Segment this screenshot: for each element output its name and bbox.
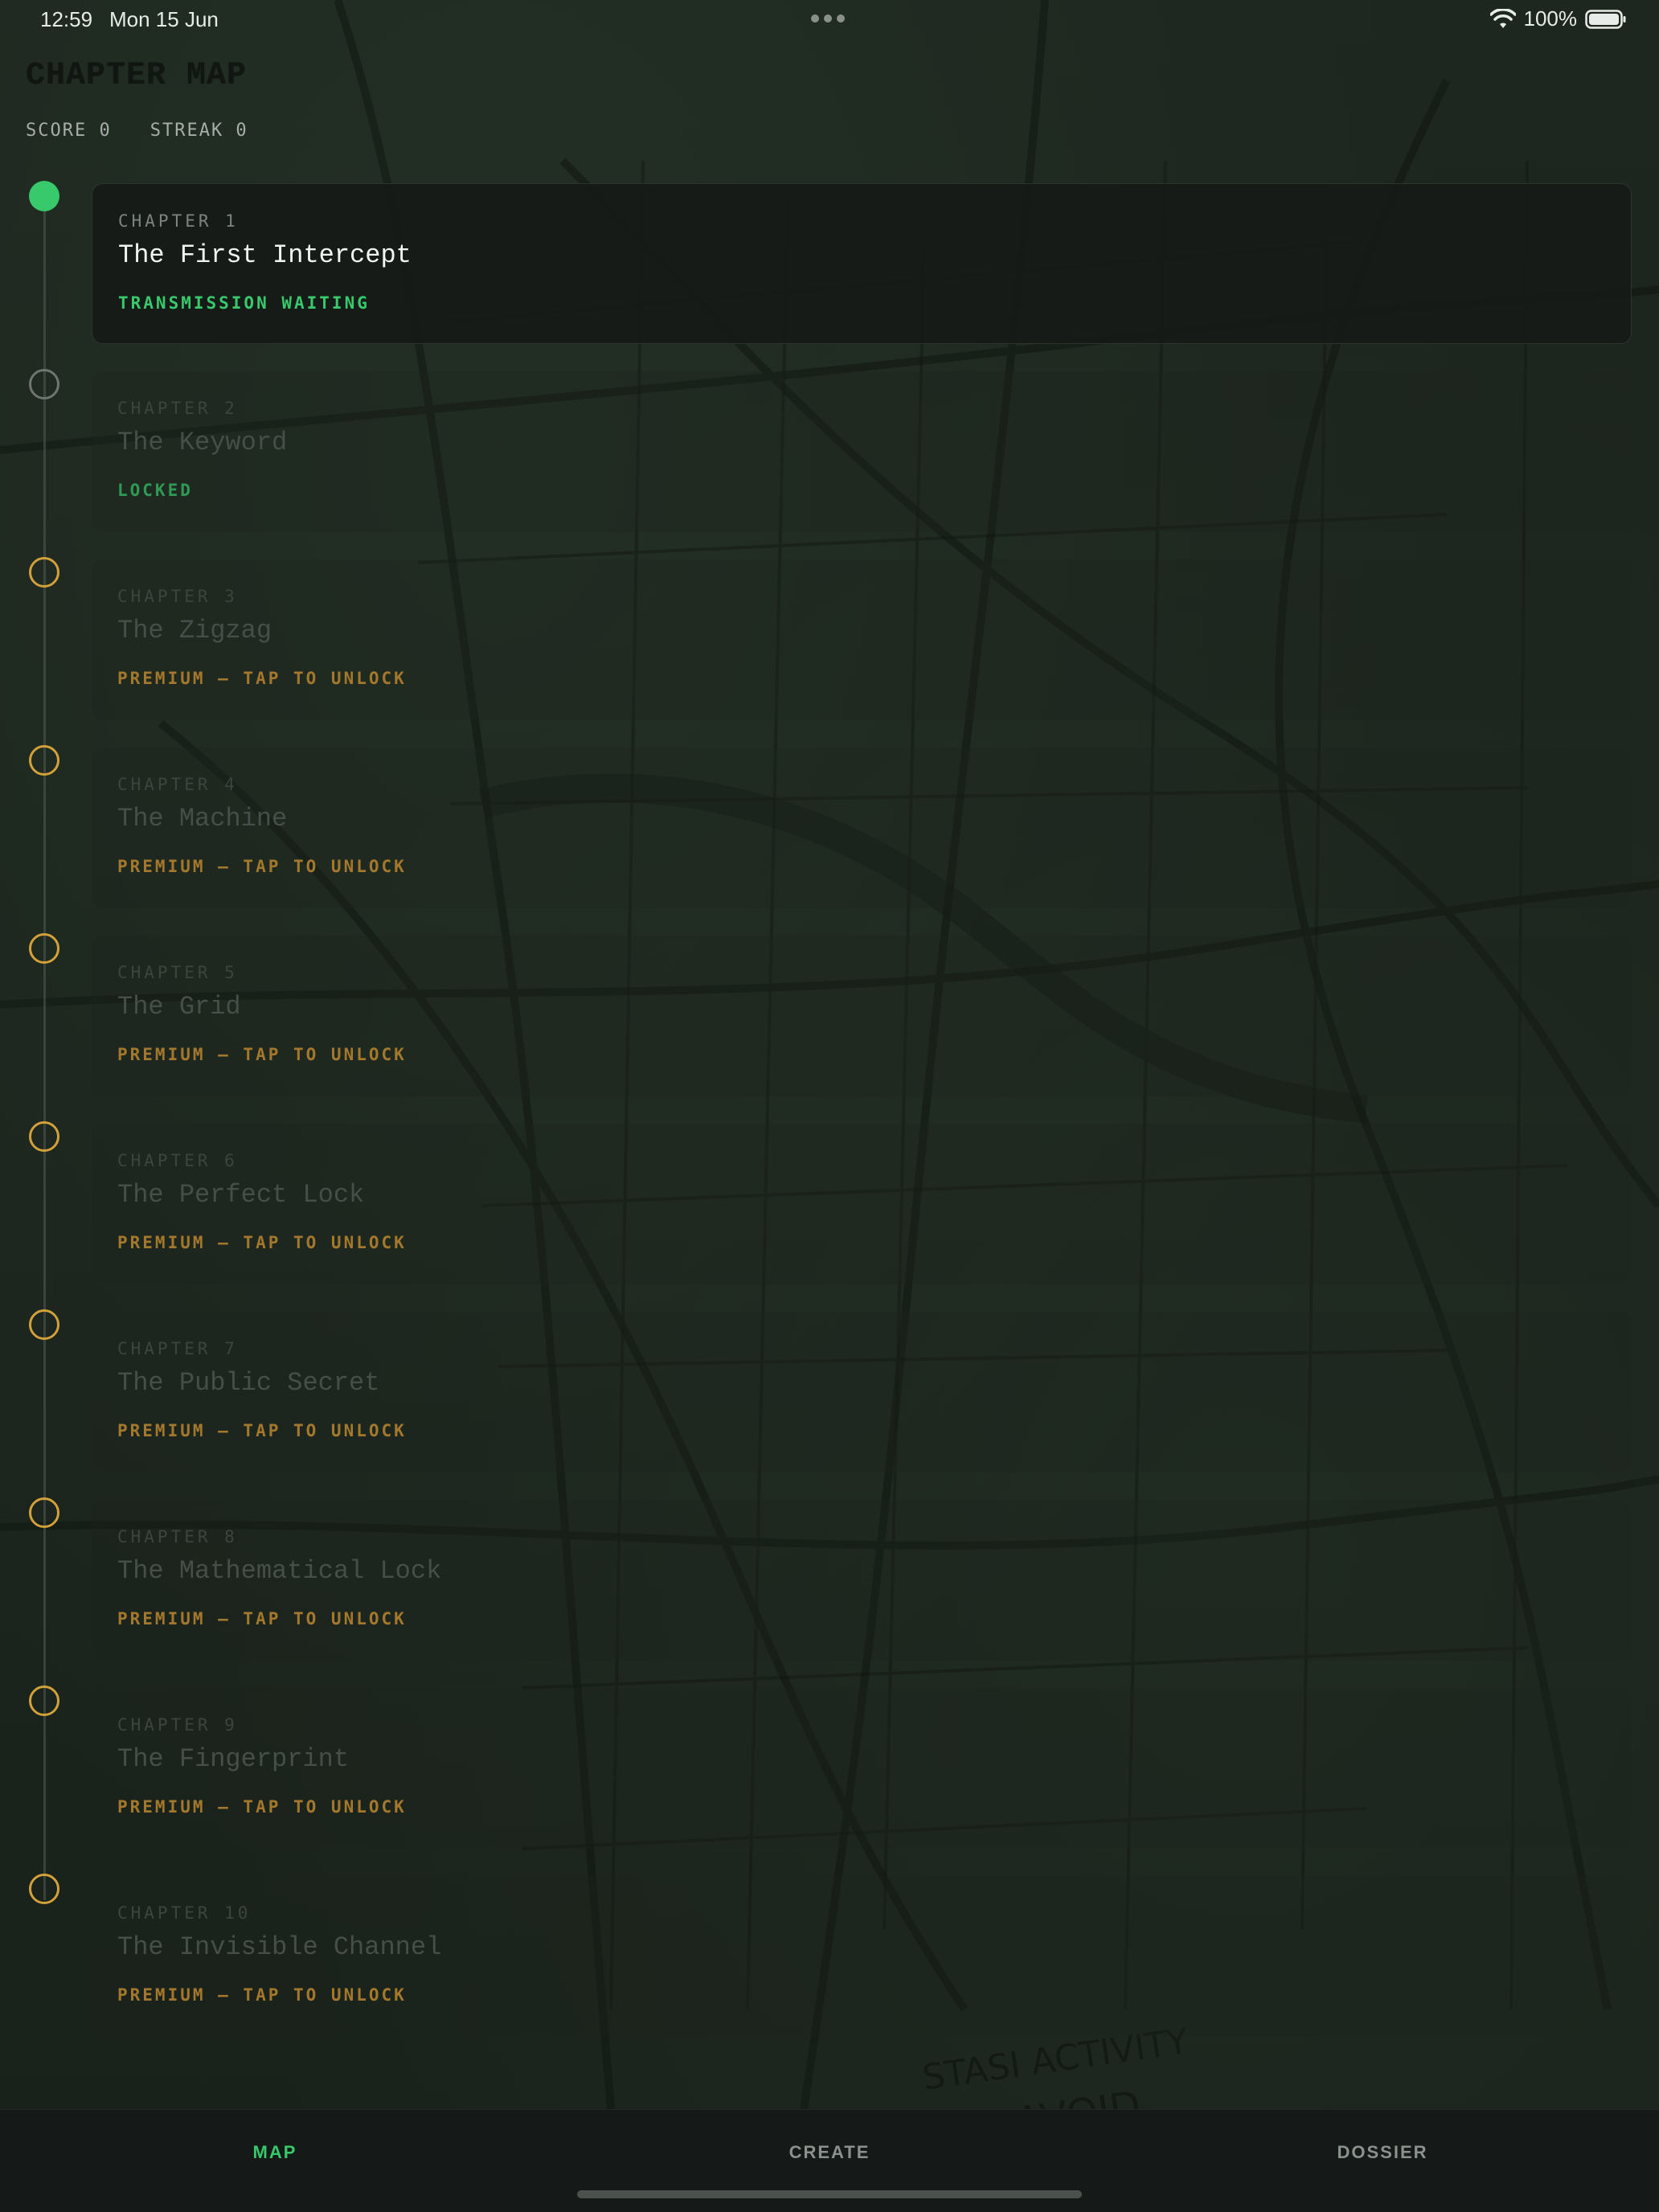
chapter-card-7[interactable]: CHAPTER 7 The Public Secret PREMIUM — TA… xyxy=(92,1312,1632,1473)
chapter-status: PREMIUM — TAP TO UNLOCK xyxy=(117,1797,407,1817)
status-bar: 12:59 Mon 15 Jun 100% xyxy=(0,0,1659,39)
multitasking-dots-icon[interactable] xyxy=(811,14,845,23)
timeline-node-9 xyxy=(29,1686,59,1716)
chapter-number: CHAPTER 8 xyxy=(117,1527,238,1546)
stats-row: SCORE 0 STREAK 0 xyxy=(26,121,248,141)
battery-icon xyxy=(1585,9,1626,29)
status-time: 12:59 xyxy=(40,7,93,31)
timeline-node-6 xyxy=(29,1121,59,1152)
chapter-title: The Grid xyxy=(117,992,241,1022)
chapter-title: The Zigzag xyxy=(117,616,272,645)
chapter-number: CHAPTER 4 xyxy=(117,775,238,794)
tab-map[interactable]: MAP xyxy=(114,2142,436,2163)
chapter-number: CHAPTER 6 xyxy=(117,1151,238,1170)
chapter-card-3[interactable]: CHAPTER 3 The Zigzag PREMIUM — TAP TO UN… xyxy=(92,559,1632,720)
timeline-line xyxy=(43,196,46,1900)
chapter-title: The Machine xyxy=(117,804,288,834)
chapter-title: The First Intercept xyxy=(118,240,412,270)
chapter-status: PREMIUM — TAP TO UNLOCK xyxy=(117,1421,407,1440)
timeline-node-10 xyxy=(29,1874,59,1904)
tab-dossier[interactable]: DOSSIER xyxy=(1222,2142,1543,2163)
streak-label: STREAK 0 xyxy=(150,121,248,141)
chapter-title: The Mathematical Lock xyxy=(117,1556,442,1586)
tab-create[interactable]: CREATE xyxy=(669,2142,990,2163)
chapter-card-1[interactable]: CHAPTER 1 The First Intercept TRANSMISSI… xyxy=(92,183,1632,344)
chapter-map-screen: STASI ACTIVITY ·AVOID 12:59 Mon 15 Jun 1… xyxy=(0,0,1659,2212)
chapter-title: The Keyword xyxy=(117,428,288,457)
chapter-status: PREMIUM — TAP TO UNLOCK xyxy=(117,857,407,876)
chapter-card-5[interactable]: CHAPTER 5 The Grid PREMIUM — TAP TO UNLO… xyxy=(92,936,1632,1096)
status-date: Mon 15 Jun xyxy=(109,7,219,31)
chapter-card-4[interactable]: CHAPTER 4 The Machine PREMIUM — TAP TO U… xyxy=(92,748,1632,908)
timeline-node-8 xyxy=(29,1497,59,1528)
chapter-card-8[interactable]: CHAPTER 8 The Mathematical Lock PREMIUM … xyxy=(92,1500,1632,1661)
status-indicators: 100% xyxy=(1489,6,1628,31)
home-indicator[interactable] xyxy=(577,2190,1082,2198)
chapter-card-9[interactable]: CHAPTER 9 The Fingerprint PREMIUM — TAP … xyxy=(92,1688,1632,1849)
timeline-node-1 xyxy=(29,181,59,211)
timeline-node-2 xyxy=(29,369,59,399)
chapter-status: LOCKED xyxy=(117,481,193,500)
chapter-status: PREMIUM — TAP TO UNLOCK xyxy=(117,1045,407,1064)
chapter-title: The Fingerprint xyxy=(117,1744,350,1774)
chapter-card-10[interactable]: CHAPTER 10 The Invisible Channel PREMIUM… xyxy=(92,1876,1632,2037)
chapter-number: CHAPTER 9 xyxy=(117,1715,238,1735)
chapter-title: The Public Secret xyxy=(117,1368,380,1398)
chapter-status: PREMIUM — TAP TO UNLOCK xyxy=(117,1985,407,2005)
chapter-number: CHAPTER 1 xyxy=(118,211,239,231)
chapter-card-6[interactable]: CHAPTER 6 The Perfect Lock PREMIUM — TAP… xyxy=(92,1124,1632,1284)
timeline-node-4 xyxy=(29,745,59,776)
chapter-number: CHAPTER 2 xyxy=(117,399,238,418)
chapter-number: CHAPTER 10 xyxy=(117,1903,252,1923)
svg-text:·AVOID: ·AVOID xyxy=(1000,2082,1144,2109)
timeline-node-3 xyxy=(29,557,59,588)
chapter-status: PREMIUM — TAP TO UNLOCK xyxy=(117,1609,407,1628)
timeline-node-5 xyxy=(29,933,59,964)
chapter-status: TRANSMISSION WAITING xyxy=(118,293,370,313)
chapter-number: CHAPTER 7 xyxy=(117,1339,238,1358)
chapter-card-2[interactable]: CHAPTER 2 The Keyword LOCKED xyxy=(92,371,1632,532)
chapter-status: PREMIUM — TAP TO UNLOCK xyxy=(117,669,407,688)
page-title: CHAPTER MAP xyxy=(26,58,248,94)
battery-percent: 100% xyxy=(1523,6,1578,31)
score-label: SCORE 0 xyxy=(26,121,112,141)
chapter-title: The Invisible Channel xyxy=(117,1932,442,1962)
chapter-number: CHAPTER 5 xyxy=(117,963,238,982)
chapter-title: The Perfect Lock xyxy=(117,1180,365,1210)
timeline-node-7 xyxy=(29,1309,59,1340)
wifi-icon xyxy=(1489,8,1516,28)
chapter-status: PREMIUM — TAP TO UNLOCK xyxy=(117,1233,407,1252)
chapter-number: CHAPTER 3 xyxy=(117,587,238,606)
